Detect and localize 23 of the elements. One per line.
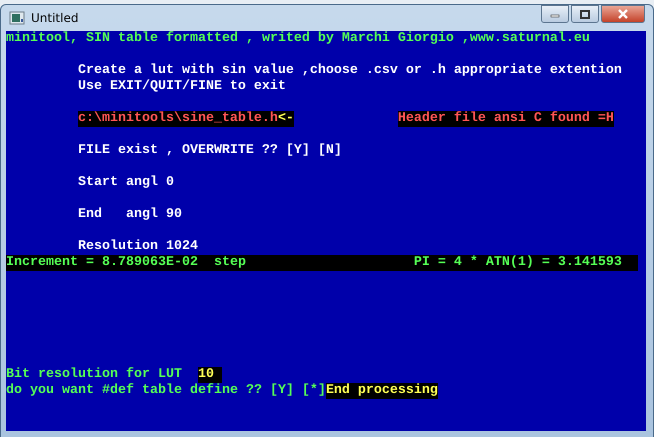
console-text: 10 <box>198 367 222 383</box>
close-icon <box>617 9 629 19</box>
console-text: End processing <box>326 383 438 399</box>
console-text: Bit resolution for LUT <box>6 367 183 383</box>
console-text: Resolution 1024 <box>78 239 198 255</box>
console-text: Use EXIT/QUIT/FINE to exit <box>78 79 286 95</box>
close-button[interactable] <box>601 5 645 23</box>
console-text: minitool, SIN table formatted , writed by Marchi Giorgio ,www.saturnal.eu <box>6 31 590 47</box>
console-text: PI = 4 * ATN(1) = 3.141593 <box>414 255 622 271</box>
console-text: Create a lut with sin value ,choose .csv or .h appropriate extention <box>78 63 622 79</box>
minimize-button[interactable] <box>541 5 569 23</box>
console-text: End angl 90 <box>78 207 182 223</box>
restore-icon <box>580 10 590 18</box>
console-icon <box>9 10 25 26</box>
console-text: do you want #def table define ?? [Y] [*] <box>6 383 326 399</box>
maximize-button[interactable] <box>571 5 599 23</box>
console-text: Start angl 0 <box>78 175 174 191</box>
console-text: Increment = 8.789063E-02 step <box>6 255 246 271</box>
console-text: FILE exist , OVERWRITE ?? [Y] [N] <box>78 143 342 159</box>
console-text: Header file ansi C found =H <box>398 111 614 127</box>
console-text: <- <box>278 111 294 127</box>
window-title: Untitled <box>31 11 80 25</box>
console-text: c:\minitools\sine_table.h <box>78 111 278 127</box>
